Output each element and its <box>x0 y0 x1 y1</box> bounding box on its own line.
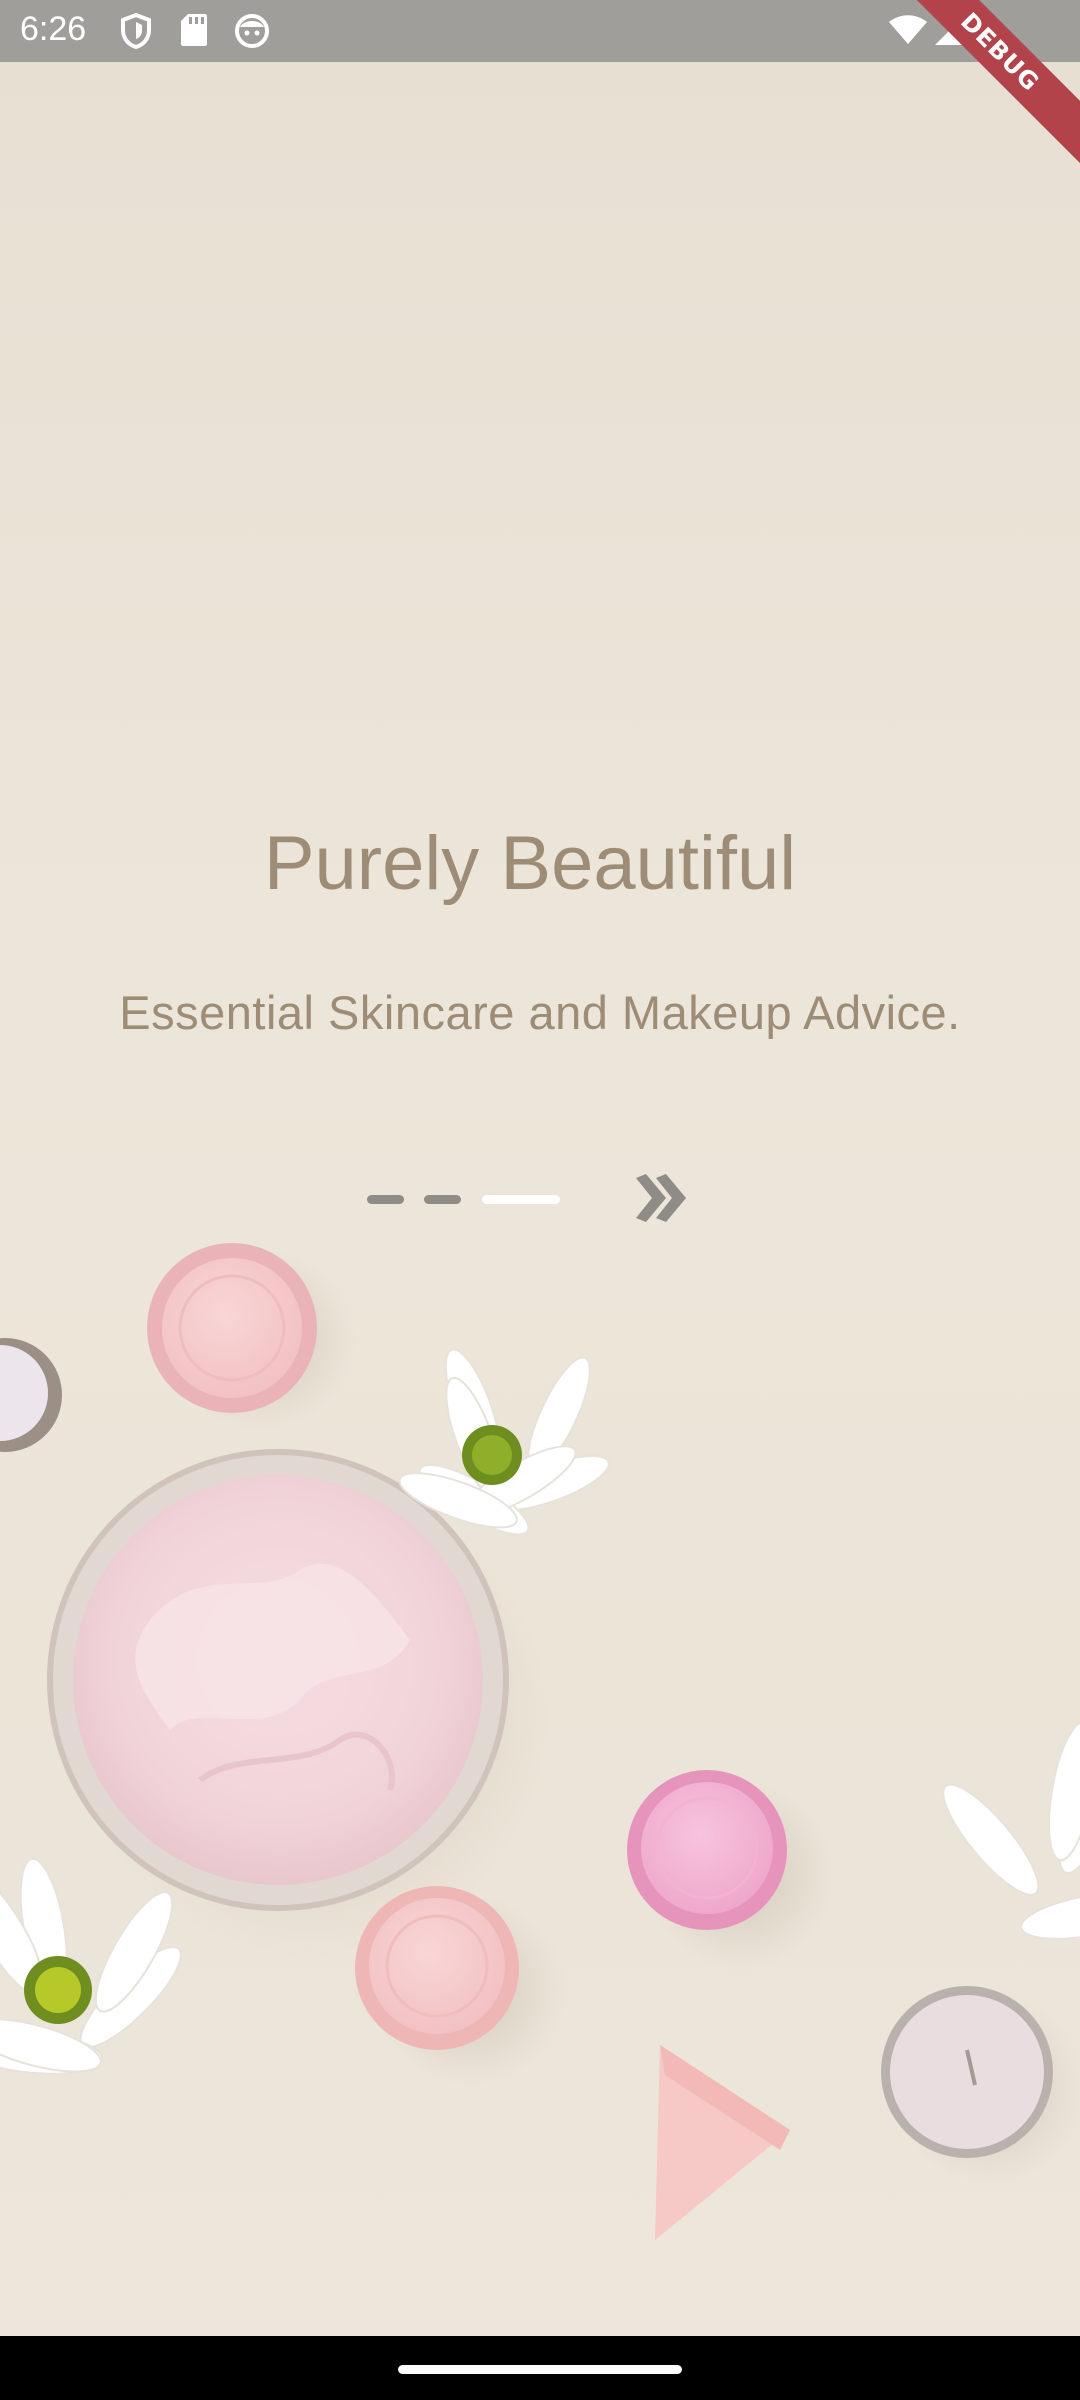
page-indicator-dot-1[interactable] <box>367 1195 404 1204</box>
home-gesture-handle[interactable] <box>398 2365 682 2374</box>
daisy-flower-right <box>942 1721 1080 1940</box>
system-navigation-bar <box>0 2336 1080 2400</box>
next-button[interactable] <box>632 1170 690 1226</box>
sd-card-icon <box>181 14 207 46</box>
wifi-icon <box>889 15 927 44</box>
skincare-products-image <box>0 1243 1080 2240</box>
onboarding-title: Purely Beautiful <box>263 821 797 906</box>
face-icon <box>235 14 269 48</box>
page-indicator-dot-2[interactable] <box>424 1195 461 1204</box>
double-chevron-right-icon <box>636 1174 686 1222</box>
shield-icon <box>121 13 151 49</box>
onboarding-subtitle: Essential Skincare and Makeup Advice. <box>119 986 961 1039</box>
page-indicator-dot-active[interactable] <box>482 1195 560 1204</box>
onboarding-screen: 6:26 DEBUG Purely Beautiful Essential Sk… <box>0 0 1080 2400</box>
status-bar: 6:26 <box>0 0 1080 62</box>
status-time: 6:26 <box>20 10 87 48</box>
